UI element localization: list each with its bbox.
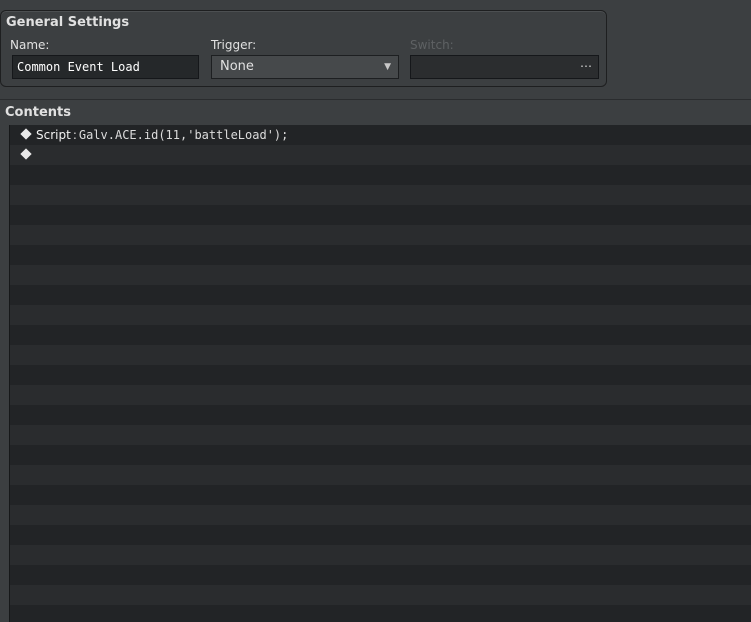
general-settings-panel: General Settings Name: Trigger: None ▼ S… [0,10,607,87]
trigger-select-value: None [220,59,254,74]
command-name: Script [36,128,71,142]
list-item[interactable]: Script: Galv.ACE.id(11,'battleLoad'); [10,125,751,145]
list-gutter [0,125,9,622]
ellipsis-icon[interactable]: ⋯ [580,58,592,74]
command-text: Galv.ACE.id(11,'battleLoad'); [78,128,289,142]
switch-selector[interactable]: ⋯ [410,55,599,79]
list-item[interactable] [10,145,751,165]
chevron-down-icon: ▼ [384,62,391,72]
trigger-select[interactable]: None ▼ [211,55,399,79]
switch-label: Switch: [410,38,454,52]
command-separator: : [72,128,77,142]
contents-header: Contents [0,99,751,125]
general-settings-title: General Settings [6,15,130,30]
diamond-icon [20,148,32,160]
contents-title: Contents [5,105,71,120]
name-input[interactable] [12,55,199,79]
event-command-list[interactable]: Script: Galv.ACE.id(11,'battleLoad'); [9,125,751,622]
trigger-label: Trigger: [211,38,257,52]
name-label: Name: [10,38,50,52]
diamond-icon [20,128,32,140]
